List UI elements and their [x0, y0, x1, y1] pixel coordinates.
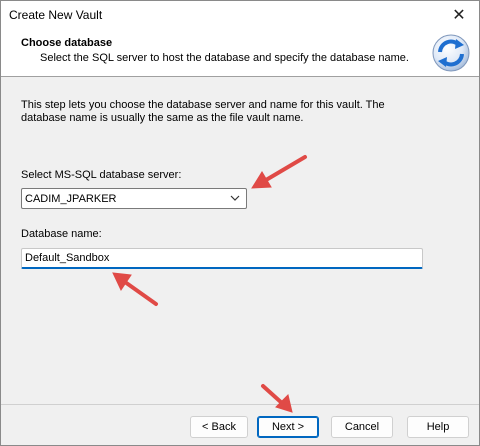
window-title: Create New Vault [9, 8, 103, 22]
server-select-value: CADIM_JPARKER [25, 192, 117, 205]
close-icon: ✕ [452, 7, 466, 24]
create-new-vault-dialog: Create New Vault ✕ Choose database Selec… [0, 0, 480, 446]
server-select[interactable]: CADIM_JPARKER [21, 188, 247, 209]
server-label: Select MS-SQL database server: [21, 169, 182, 181]
close-button[interactable]: ✕ [439, 1, 479, 29]
chevron-down-icon [230, 195, 240, 201]
cancel-button[interactable]: Cancel [331, 416, 393, 438]
database-name-input[interactable]: Default_Sandbox [21, 248, 423, 269]
refresh-arrows-icon [432, 34, 470, 72]
next-button[interactable]: Next > [257, 416, 319, 438]
back-button[interactable]: < Back [190, 416, 248, 438]
title-bar: Create New Vault ✕ [1, 1, 479, 29]
step-title: Choose database [21, 37, 113, 49]
database-name-label: Database name: [21, 228, 102, 240]
footer-divider [1, 404, 479, 405]
help-button[interactable]: Help [407, 416, 469, 438]
intro-text: This step lets you choose the database s… [21, 99, 385, 124]
wizard-header: Choose database Select the SQL server to… [1, 29, 479, 77]
step-subtitle: Select the SQL server to host the databa… [40, 52, 409, 64]
database-name-value: Default_Sandbox [25, 252, 110, 264]
